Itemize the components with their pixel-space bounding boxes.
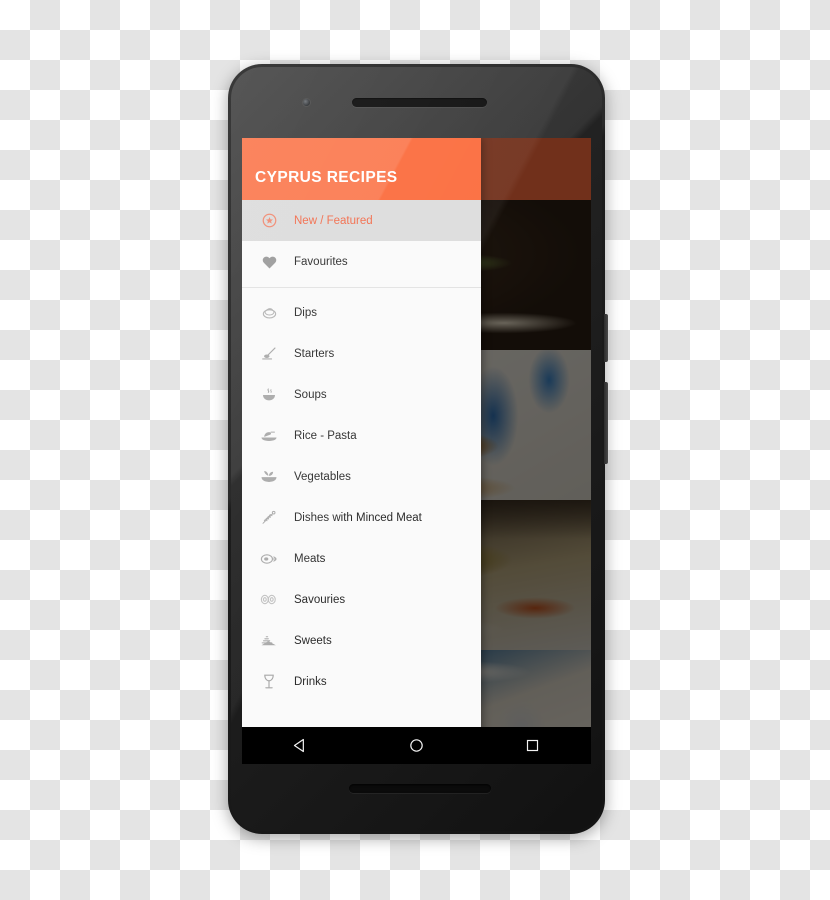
volume-button[interactable] bbox=[604, 382, 608, 464]
sidebar-item-vegetables[interactable]: Vegetables bbox=[242, 456, 481, 497]
rice-plate-icon bbox=[256, 428, 282, 443]
heart-icon bbox=[256, 255, 282, 269]
back-icon[interactable] bbox=[276, 727, 324, 764]
sidebar-item-label: Dishes with Minced Meat bbox=[294, 511, 422, 524]
cake-slice-icon bbox=[256, 633, 282, 648]
front-camera-icon bbox=[303, 99, 310, 106]
bottom-speaker bbox=[349, 784, 491, 793]
minced-meat-icon bbox=[256, 510, 282, 526]
system-navigation-bar bbox=[242, 727, 591, 764]
phone-body: CYPRUS RECIPES New / Featured Favourites… bbox=[231, 67, 602, 831]
star-circle-icon bbox=[256, 213, 282, 228]
sidebar-item-dips[interactable]: Dips bbox=[242, 292, 481, 333]
vegetables-bowl-icon bbox=[256, 469, 282, 484]
sidebar-item-label: Vegetables bbox=[294, 470, 351, 483]
sidebar-item-drinks[interactable]: Drinks bbox=[242, 661, 481, 702]
sidebar-item-meats[interactable]: Meats bbox=[242, 538, 481, 579]
sidebar-item-sweets[interactable]: Sweets bbox=[242, 620, 481, 661]
sidebar-item-savouries[interactable]: Savouries bbox=[242, 579, 481, 620]
power-button[interactable] bbox=[604, 314, 608, 362]
sidebar-item-soups[interactable]: Soups bbox=[242, 374, 481, 415]
drawer-header: CYPRUS RECIPES bbox=[242, 138, 481, 200]
phone-screen: CYPRUS RECIPES New / Featured Favourites… bbox=[242, 138, 591, 764]
phone-device: CYPRUS RECIPES New / Featured Favourites… bbox=[228, 64, 608, 834]
meat-leg-icon bbox=[256, 552, 282, 566]
home-icon[interactable] bbox=[392, 727, 440, 764]
sidebar-item-dishes-with-minced-meat[interactable]: Dishes with Minced Meat bbox=[242, 497, 481, 538]
recents-icon[interactable] bbox=[509, 727, 557, 764]
sidebar-item-label: Soups bbox=[294, 388, 327, 401]
earpiece-speaker bbox=[352, 98, 487, 107]
sidebar-item-label: Starters bbox=[294, 347, 335, 360]
sidebar-item-label: Drinks bbox=[294, 675, 327, 688]
sidebar-item-label: New / Featured bbox=[294, 214, 373, 227]
sidebar-item-label: Rice - Pasta bbox=[294, 429, 357, 442]
starters-spoon-icon bbox=[256, 346, 282, 361]
savouries-icon bbox=[256, 593, 282, 606]
sidebar-item-label: Favourites bbox=[294, 255, 348, 268]
screenshot-stage: CYPRUS RECIPES New / Featured Favourites… bbox=[0, 0, 830, 900]
navigation-drawer: CYPRUS RECIPES New / Featured Favourites… bbox=[242, 138, 481, 764]
wine-glass-icon bbox=[256, 673, 282, 690]
sidebar-item-label: Dips bbox=[294, 306, 318, 319]
sidebar-item-label: Savouries bbox=[294, 593, 346, 606]
drawer-menu-list: New / Featured Favourites Dips Starters … bbox=[242, 200, 481, 764]
sidebar-item-new-featured[interactable]: New / Featured bbox=[242, 200, 481, 241]
sidebar-item-label: Meats bbox=[294, 552, 326, 565]
soup-bowl-icon bbox=[256, 387, 282, 403]
dip-bowl-icon bbox=[256, 305, 282, 320]
drawer-divider bbox=[242, 287, 481, 288]
sidebar-item-rice-pasta[interactable]: Rice - Pasta bbox=[242, 415, 481, 456]
app-title: CYPRUS RECIPES bbox=[255, 169, 398, 186]
sidebar-item-favourites[interactable]: Favourites bbox=[242, 241, 481, 282]
sidebar-item-label: Sweets bbox=[294, 634, 332, 647]
sidebar-item-starters[interactable]: Starters bbox=[242, 333, 481, 374]
